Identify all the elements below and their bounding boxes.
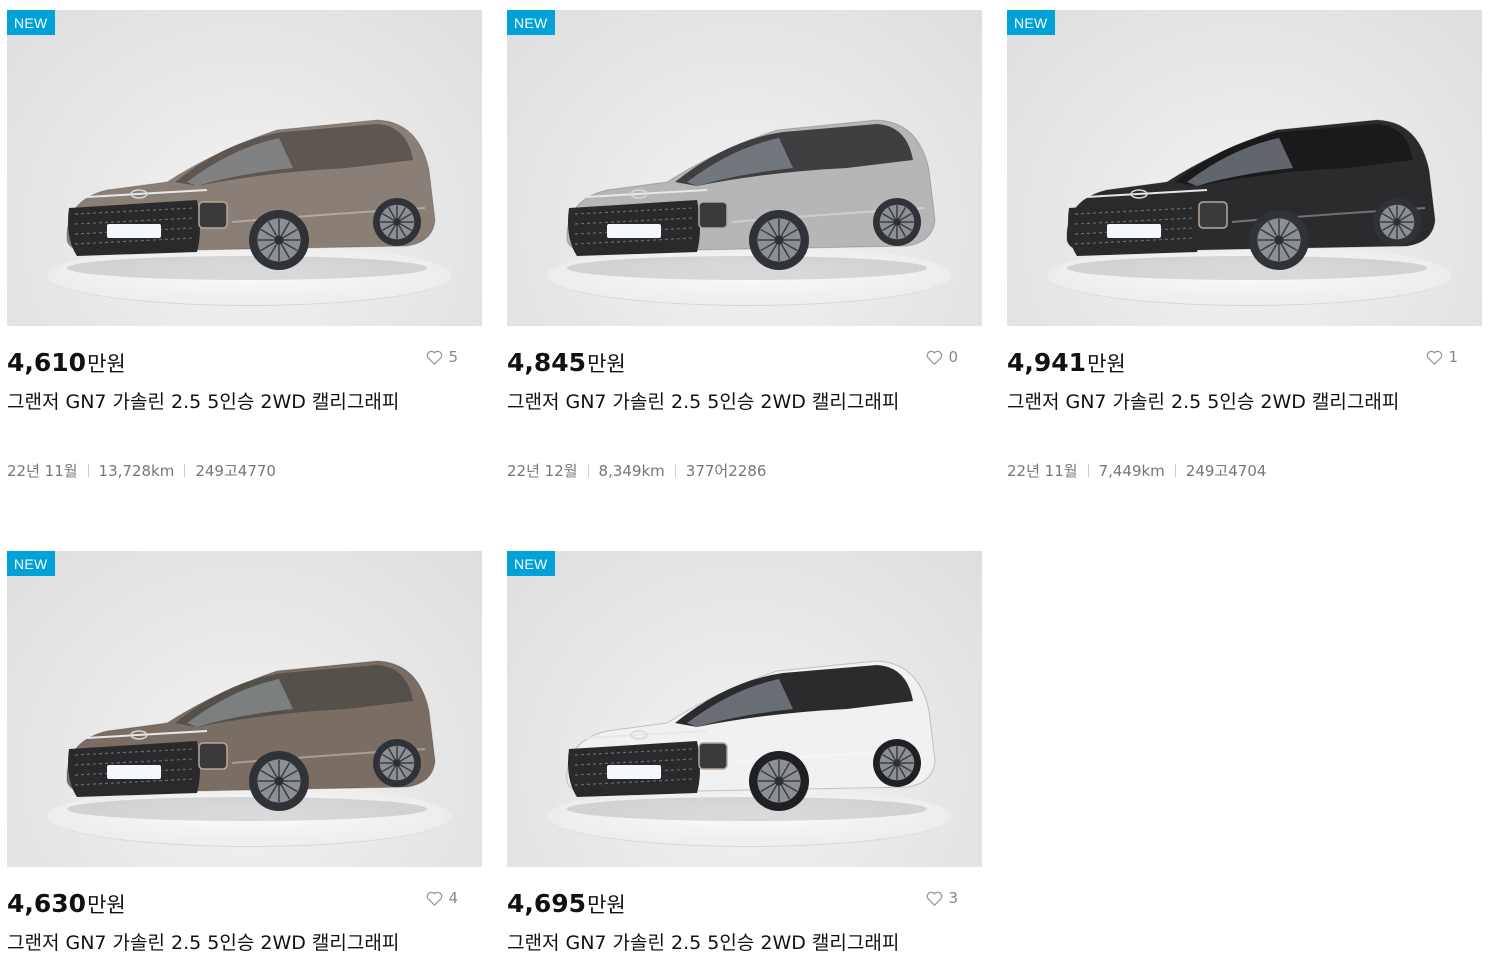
- listing-card[interactable]: NEW 4,630만원 4 그랜저 GN7 가솔린 2.5 5인승 2WD 캘리…: [7, 551, 482, 955]
- wheel-hub: [774, 235, 784, 245]
- listing-title[interactable]: 그랜저 GN7 가솔린 2.5 5인승 2WD 캘리그래피: [7, 931, 482, 955]
- new-badge: NEW: [507, 10, 555, 35]
- price-value: 4,941: [1007, 348, 1087, 377]
- listing-title[interactable]: 그랜저 GN7 가솔린 2.5 5인승 2WD 캘리그래피: [7, 390, 482, 414]
- car-shadow: [567, 256, 927, 280]
- price-value: 4,845: [507, 348, 587, 377]
- car-photo[interactable]: NEW: [7, 551, 482, 867]
- listing-card[interactable]: NEW 4,845만원 0 그랜저 GN7 가솔린 2.5 5인승 2WD 캘리…: [507, 10, 982, 481]
- registration-date: 22년 11월: [1007, 462, 1078, 480]
- like-count: 4: [448, 889, 458, 907]
- wheel-hub: [274, 235, 284, 245]
- license-plate: [107, 765, 161, 779]
- car-image: [566, 660, 936, 821]
- heart-icon: [927, 350, 943, 365]
- price-unit: 만원: [87, 893, 126, 917]
- new-badge: NEW: [1007, 10, 1055, 35]
- like-button[interactable]: 4: [426, 889, 458, 907]
- divider: [674, 464, 676, 477]
- heart-icon: [427, 891, 443, 906]
- wheel-hub: [774, 776, 784, 786]
- car-photo[interactable]: NEW: [507, 10, 982, 326]
- listing-meta: 22년 11월 13,728km 249고4770: [7, 460, 482, 481]
- car-photo[interactable]: NEW: [1007, 10, 1482, 326]
- heart-icon: [927, 891, 943, 906]
- car-image: [1066, 119, 1436, 280]
- wheel-hub: [393, 759, 401, 767]
- license-plate: [607, 224, 661, 238]
- like-button[interactable]: 3: [926, 889, 958, 907]
- wheel-hub: [393, 218, 401, 226]
- like-count: 5: [448, 348, 458, 366]
- listing-title[interactable]: 그랜저 GN7 가솔린 2.5 5인승 2WD 캘리그래피: [507, 931, 982, 955]
- like-count: 1: [1448, 348, 1458, 366]
- listing-card[interactable]: NEW 4,610만원 5 그랜저 GN7 가솔린 2.5 5인승 2WD 캘리…: [7, 10, 482, 481]
- headlamp: [1198, 201, 1228, 229]
- listing-meta: 22년 11월 7,449km 249고4704: [1007, 460, 1482, 481]
- car-shadow: [67, 797, 427, 821]
- registration-date: 22년 12월: [507, 462, 578, 480]
- new-badge: NEW: [507, 551, 555, 576]
- wheel-hub: [893, 218, 901, 226]
- price: 4,610만원: [7, 348, 126, 378]
- wheel-hub: [893, 759, 901, 767]
- divider: [1087, 464, 1089, 477]
- listing-title[interactable]: 그랜저 GN7 가솔린 2.5 5인승 2WD 캘리그래피: [1007, 390, 1482, 414]
- price-unit: 만원: [1087, 352, 1126, 376]
- car-shadow: [567, 797, 927, 821]
- plate-number: 249고4770: [195, 462, 276, 480]
- headlamp: [198, 201, 228, 229]
- price: 4,845만원: [507, 348, 626, 378]
- license-plate: [107, 224, 161, 238]
- mileage: 7,449km: [1098, 461, 1165, 480]
- like-button[interactable]: 0: [926, 348, 958, 366]
- car-image: [566, 119, 936, 280]
- new-badge: NEW: [7, 10, 55, 35]
- listing-card[interactable]: NEW 4,941만원 1 그랜저 GN7 가솔린 2.5 5인승 2WD 캘리…: [1007, 10, 1482, 481]
- wheel-hub: [1274, 235, 1284, 245]
- headlamp: [198, 742, 228, 770]
- price-unit: 만원: [87, 352, 126, 376]
- car-photo[interactable]: NEW: [507, 551, 982, 867]
- price: 4,941만원: [1007, 348, 1126, 378]
- license-plate: [607, 765, 661, 779]
- listing-title[interactable]: 그랜저 GN7 가솔린 2.5 5인승 2WD 캘리그래피: [507, 390, 982, 414]
- car-image: [66, 660, 436, 821]
- price-value: 4,630: [7, 889, 87, 918]
- listing-card[interactable]: NEW 4,695만원 3 그랜저 GN7 가솔린 2.5 5인승 2WD 캘리…: [507, 551, 982, 955]
- heart-icon: [427, 350, 443, 365]
- headlamp: [698, 201, 728, 229]
- price: 4,695만원: [507, 889, 626, 919]
- car-image: [66, 119, 436, 280]
- new-badge: NEW: [7, 551, 55, 576]
- divider: [87, 464, 89, 477]
- car-shadow: [1067, 256, 1427, 280]
- price: 4,630만원: [7, 889, 126, 919]
- wheel-hub: [274, 776, 284, 786]
- listing-grid: NEW 4,610만원 5 그랜저 GN7 가솔린 2.5 5인승 2WD 캘리…: [0, 0, 1491, 971]
- registration-date: 22년 11월: [7, 462, 78, 480]
- price-unit: 만원: [587, 352, 626, 376]
- divider: [1174, 464, 1176, 477]
- like-count: 0: [948, 348, 958, 366]
- price-value: 4,695: [507, 889, 587, 918]
- license-plate: [1107, 224, 1161, 238]
- divider: [184, 464, 186, 477]
- wheel-hub: [1393, 218, 1401, 226]
- like-count: 3: [948, 889, 958, 907]
- car-photo[interactable]: NEW: [7, 10, 482, 326]
- car-shadow: [67, 256, 427, 280]
- divider: [587, 464, 589, 477]
- mileage: 8,349km: [598, 461, 665, 480]
- headlamp: [698, 742, 728, 770]
- like-button[interactable]: 5: [426, 348, 458, 366]
- price-value: 4,610: [7, 348, 87, 377]
- like-button[interactable]: 1: [1426, 348, 1458, 366]
- mileage: 13,728km: [98, 461, 175, 480]
- listing-meta: 22년 12월 8,349km 377어2286: [507, 460, 982, 481]
- price-unit: 만원: [587, 893, 626, 917]
- plate-number: 249고4704: [1185, 462, 1267, 480]
- heart-icon: [1427, 350, 1443, 365]
- plate-number: 377어2286: [685, 462, 767, 480]
